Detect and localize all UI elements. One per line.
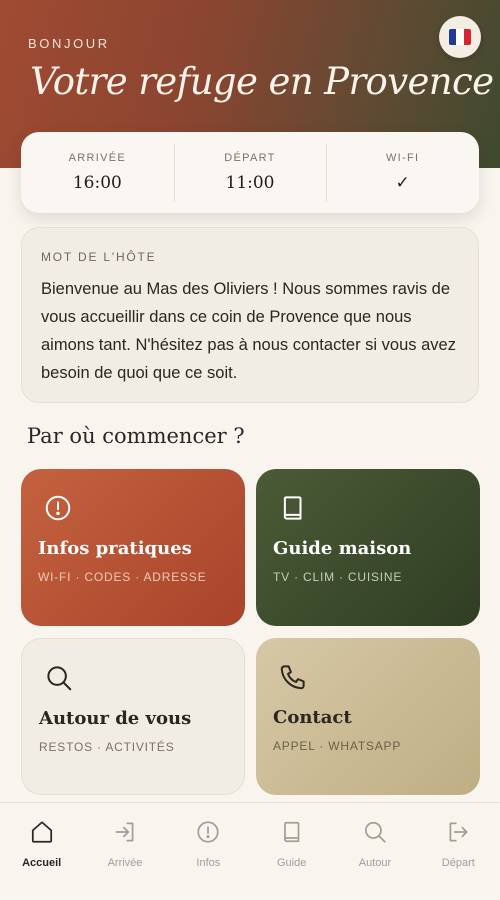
nav-label: Arrivée — [107, 857, 143, 869]
stay-info-card: ARRIVÉE 16:00 DÉPART 11:00 WI-FI ✓ — [21, 132, 479, 213]
host-message-card: MOT DE L'HÔTE Bienvenue au Mas des Olivi… — [21, 227, 479, 403]
search-icon — [364, 821, 386, 843]
tile-subtitle: TV · CLIM · CUISINE — [273, 570, 403, 584]
tile-autour-de-vous[interactable]: Autour de vous RESTOS · ACTIVITÉS — [21, 638, 245, 795]
nav-item-autour[interactable]: Autour — [333, 819, 416, 900]
home-icon — [31, 821, 52, 843]
nav-item-infos[interactable]: Infos — [167, 819, 250, 900]
nav-item-accueil[interactable]: Accueil — [0, 819, 83, 900]
tile-title: Contact — [273, 707, 352, 728]
tile-infos-pratiques[interactable]: Infos pratiques WI-FI · CODES · ADRESSE — [21, 469, 245, 626]
nav-label: Départ — [441, 857, 475, 869]
language-switch-button[interactable] — [439, 16, 481, 58]
departure-time: 11:00 — [225, 173, 275, 193]
book-icon — [283, 496, 302, 520]
departure-label: DÉPART — [224, 152, 276, 164]
tile-title: Infos pratiques — [38, 538, 192, 559]
tile-subtitle: WI-FI · CODES · ADRESSE — [38, 570, 207, 584]
tile-subtitle: APPEL · WHATSAPP — [273, 739, 402, 753]
phone-icon — [280, 665, 305, 690]
host-message-label: MOT DE L'HÔTE — [41, 250, 157, 264]
nav-label: Infos — [196, 857, 221, 869]
host-message-text: Bienvenue au Mas des Oliviers ! Nous som… — [41, 280, 456, 382]
wifi-label: WI-FI — [385, 152, 420, 164]
arrival-label: ARRIVÉE — [68, 152, 127, 164]
nav-item-arrivee[interactable]: Arrivée — [83, 819, 166, 900]
section-title: Par où commencer ? — [27, 424, 245, 448]
bottom-navigation: Accueil Arrivée Infos Guide Autour Dépar… — [0, 802, 500, 900]
alert-circle-icon — [45, 495, 71, 521]
nav-item-guide[interactable]: Guide — [250, 819, 333, 900]
nav-item-depart[interactable]: Départ — [417, 819, 500, 900]
alert-circle-icon — [197, 821, 219, 843]
logout-icon — [449, 822, 468, 842]
nav-label: Guide — [276, 857, 307, 869]
wifi-check-icon: ✓ — [395, 173, 410, 193]
departure-info: DÉPART 11:00 — [173, 132, 327, 213]
login-icon — [115, 822, 134, 842]
tile-guide-maison[interactable]: Guide maison TV · CLIM · CUISINE — [256, 469, 480, 626]
tile-contact[interactable]: Contact APPEL · WHATSAPP — [256, 638, 480, 795]
book-icon — [283, 821, 300, 843]
search-icon — [47, 666, 72, 691]
tile-title: Autour de vous — [39, 708, 192, 729]
arrival-info: ARRIVÉE 16:00 — [21, 132, 174, 213]
page-title: Votre refuge en Provence — [30, 60, 494, 103]
flag-france-icon — [449, 29, 471, 45]
wifi-info: WI-FI ✓ — [326, 132, 479, 213]
arrival-time: 16:00 — [72, 173, 122, 193]
tile-subtitle: RESTOS · ACTIVITÉS — [39, 740, 175, 754]
tile-title: Guide maison — [273, 538, 412, 559]
nav-label: Accueil — [22, 857, 62, 869]
greeting-text: BONJOUR — [28, 36, 110, 51]
nav-label: Autour — [358, 857, 392, 869]
